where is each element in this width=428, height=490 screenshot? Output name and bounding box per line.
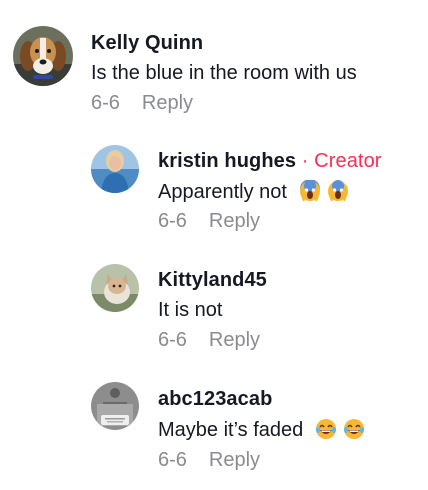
comment-date: 6-6 xyxy=(158,210,187,232)
comment-text: Apparently not xyxy=(158,179,349,208)
comment-meta: 6-6 Reply xyxy=(158,329,260,352)
commenter-name[interactable]: abc123acab xyxy=(158,388,272,411)
comment-date: 6-6 xyxy=(158,329,187,351)
comment-meta: 6-6 Reply xyxy=(158,449,260,472)
cat-avatar-icon xyxy=(91,264,139,312)
reply-button[interactable]: Reply xyxy=(209,329,260,351)
comment-date: 6-6 xyxy=(91,92,120,114)
laughing-face-emoji-icon xyxy=(315,418,337,446)
avatar-kittyland[interactable] xyxy=(91,264,139,312)
creator-badge: · Creator xyxy=(301,150,382,172)
comment-text-content: Maybe it’s faded xyxy=(158,419,304,441)
screaming-face-emoji-icon xyxy=(327,180,349,208)
reply-button[interactable]: Reply xyxy=(209,449,260,471)
avatar-abc123acab[interactable] xyxy=(91,382,139,430)
comment-text: It is not xyxy=(158,299,223,321)
commenter-name: kristin hughes · Creator xyxy=(158,150,382,173)
reply-item: Kittyland45 It is not 6-6 Reply xyxy=(0,240,428,360)
creator-name[interactable]: kristin hughes xyxy=(158,150,296,172)
comment-meta: 6-6 Reply xyxy=(91,92,193,115)
comment-meta: 6-6 Reply xyxy=(158,210,260,233)
laughing-face-emoji-icon xyxy=(343,418,365,446)
reply-button[interactable]: Reply xyxy=(142,92,193,114)
comment-text: Maybe it’s faded xyxy=(158,418,365,446)
reply-item: abc123acab Maybe it’s faded 6-6 Reply xyxy=(0,360,428,490)
commenter-name[interactable]: Kelly Quinn xyxy=(91,32,203,55)
comment-text: Is the blue in the room with us xyxy=(91,62,357,84)
reply-item: kristin hughes · Creator Apparently not … xyxy=(0,120,428,240)
grey-profile-avatar-icon xyxy=(91,382,139,430)
avatar-beagle[interactable] xyxy=(13,26,73,86)
reply-button[interactable]: Reply xyxy=(209,210,260,232)
screaming-face-emoji-icon xyxy=(299,179,321,208)
commenter-name[interactable]: Kittyland45 xyxy=(158,269,267,292)
comment-text-content: Apparently not xyxy=(158,181,287,203)
woman-blonde-avatar-icon xyxy=(91,145,139,193)
avatar-kristin[interactable] xyxy=(91,145,139,193)
comment-date: 6-6 xyxy=(158,449,187,471)
comment-item: Kelly Quinn Is the blue in the room with… xyxy=(0,0,428,120)
beagle-dog-avatar-icon xyxy=(13,26,73,86)
